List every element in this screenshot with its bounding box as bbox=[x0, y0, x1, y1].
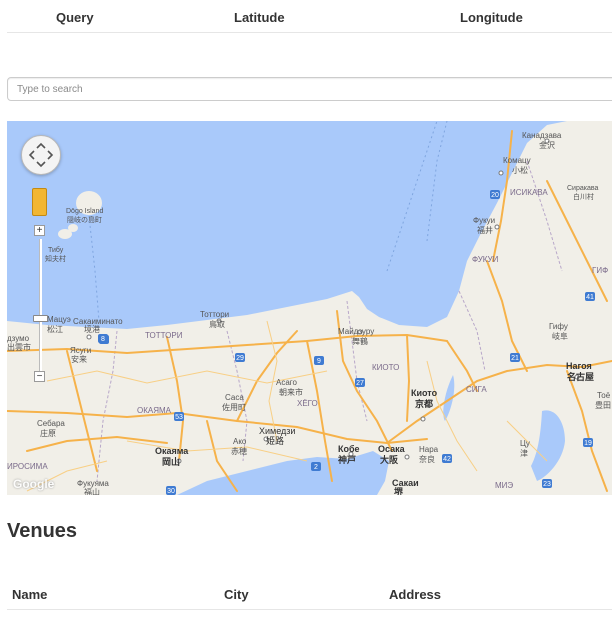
map-label-tottori-pref: ТОТТОРИ bbox=[145, 331, 183, 340]
map-label-fukuyama: Фукуяма bbox=[77, 479, 109, 488]
map-label-nara-jp: 奈良 bbox=[419, 454, 435, 464]
map-label-asago-jp: 朝来市 bbox=[279, 387, 303, 397]
map-label-matsue: Мацуэ bbox=[47, 315, 71, 324]
map-label-maizuru: Майдзуру bbox=[338, 327, 374, 336]
map-label-okayama-jp: 岡山 bbox=[162, 456, 180, 467]
svg-text:23: 23 bbox=[543, 481, 551, 488]
map-label-dogo: Dōgo Island bbox=[66, 208, 103, 215]
map-label-osaka-jp: 大阪 bbox=[380, 454, 399, 465]
map-label-tsu-jp: 津 bbox=[520, 448, 528, 458]
map-label-tottori-jp: 鳥取 bbox=[209, 319, 225, 329]
zoom-in-button[interactable]: + bbox=[34, 225, 45, 236]
map-label-ako-jp: 赤穂 bbox=[231, 446, 247, 456]
column-header-address[interactable]: Address bbox=[389, 587, 441, 602]
map-label-matsue-jp: 松江 bbox=[47, 324, 63, 334]
map-label-mie: МИЭ bbox=[495, 481, 513, 490]
svg-text:8: 8 bbox=[101, 336, 105, 343]
svg-text:41: 41 bbox=[586, 294, 594, 301]
street-view-pegman-icon[interactable] bbox=[32, 188, 47, 216]
map-label-gifu-jp: 岐阜 bbox=[552, 331, 568, 341]
map-label-izumo-jp: 出雲市 bbox=[7, 342, 31, 352]
pan-arrows-icon bbox=[28, 142, 54, 168]
map-label-nagoya-jp: 名古屋 bbox=[567, 371, 594, 382]
svg-text:29: 29 bbox=[236, 355, 244, 362]
svg-text:53: 53 bbox=[175, 414, 183, 421]
map-label-kyoto-jp: 京都 bbox=[415, 398, 433, 409]
svg-text:21: 21 bbox=[511, 355, 519, 362]
column-header-longitude[interactable]: Longitude bbox=[460, 10, 523, 25]
search-input[interactable] bbox=[7, 77, 612, 101]
map-label-gifu: Гифу bbox=[549, 322, 568, 331]
svg-text:19: 19 bbox=[584, 440, 592, 447]
map-label-himeji-jp: 姫路 bbox=[266, 435, 284, 446]
column-header-name[interactable]: Name bbox=[12, 587, 47, 602]
svg-text:20: 20 bbox=[491, 192, 499, 199]
map-label-osaka: Осака bbox=[378, 444, 406, 454]
map-label-himeji: Химедзи bbox=[259, 426, 295, 436]
map-label-chibu: Тибу bbox=[48, 246, 64, 254]
map-label-yasugi: Ясуги bbox=[70, 346, 91, 355]
zoom-out-button[interactable]: − bbox=[34, 371, 45, 382]
map-label-chibu-jp: 知夫村 bbox=[45, 254, 66, 263]
map-label-komatsu: Комацу bbox=[503, 156, 531, 165]
map-label-toyo-jp: 豊田 bbox=[595, 400, 611, 410]
map-label-shirakawa-jp: 白川村 bbox=[573, 192, 594, 201]
map-label-okayama: Окаяма bbox=[155, 446, 189, 456]
svg-text:2: 2 bbox=[314, 464, 318, 471]
map-label-sakaiminato-jp: 境港 bbox=[84, 324, 100, 334]
map-label-shirakawa: Сиракава bbox=[567, 185, 599, 192]
map-label-tottori: Тоттори bbox=[200, 310, 229, 319]
map-label-toyo: Тоё bbox=[597, 391, 611, 400]
map-label-ako: Ако bbox=[233, 437, 247, 446]
map-label-komatsu-jp: 小松 bbox=[512, 165, 528, 175]
map-label-yasugi-jp: 安来 bbox=[71, 354, 87, 364]
map-label-hyogo: ХЁГО bbox=[297, 399, 318, 408]
map-label-hiroshima: ИРОСИМА bbox=[7, 462, 48, 471]
svg-text:30: 30 bbox=[167, 488, 175, 495]
map-label-kobe-jp: 神戸 bbox=[338, 454, 356, 465]
map-label-sebara-jp: 庄原 bbox=[40, 428, 56, 438]
map-label-sasa-jp: 佐用町 bbox=[222, 402, 246, 412]
zoom-slider-track[interactable] bbox=[39, 239, 42, 375]
column-header-latitude[interactable]: Latitude bbox=[234, 10, 285, 25]
map-view[interactable]: 8 9 29 27 21 53 42 2 30 23 8 20 41 19 Ка… bbox=[7, 121, 612, 495]
map-label-tsu: Цу bbox=[520, 439, 530, 448]
map-label-gifu-pref: ГИФ bbox=[592, 266, 608, 275]
map-label-sasa: Саса bbox=[225, 393, 244, 402]
svg-text:9: 9 bbox=[317, 358, 321, 365]
map-label-asago: Асаго bbox=[276, 378, 298, 387]
map-label-izumo: дзумо bbox=[7, 334, 30, 343]
map-pan-control[interactable] bbox=[21, 135, 61, 175]
map-label-dogo-jp: 隠岐の島町 bbox=[67, 215, 102, 224]
map-label-fukui-pref: ФУКУИ bbox=[472, 255, 499, 264]
map-label-shiga: СИГА bbox=[466, 385, 487, 394]
table-divider bbox=[7, 32, 612, 33]
map-label-nara: Нара bbox=[419, 445, 439, 454]
map-label-fukui: Фукуи bbox=[473, 216, 495, 225]
column-header-city[interactable]: City bbox=[224, 587, 249, 602]
map-label-nagoya: Нагоя bbox=[566, 361, 592, 371]
venues-heading: Venues bbox=[7, 520, 78, 542]
map-label-kyoto: Киото bbox=[411, 388, 438, 398]
map-label-kyoto-pref: КИОТО bbox=[372, 363, 399, 372]
nishinoshima-island bbox=[68, 224, 78, 232]
zoom-slider-handle[interactable] bbox=[33, 315, 48, 322]
map-label-kanazawa: Канадзава bbox=[522, 131, 562, 140]
svg-text:27: 27 bbox=[356, 380, 364, 387]
map-canvas[interactable]: 8 9 29 27 21 53 42 2 30 23 8 20 41 19 Ка… bbox=[7, 121, 612, 495]
map-label-kanazawa-jp: 金沢 bbox=[539, 140, 555, 150]
venues-table-divider bbox=[7, 609, 612, 610]
map-label-sakai-jp: 堺 bbox=[394, 486, 404, 495]
svg-text:42: 42 bbox=[443, 456, 451, 463]
map-label-maizuru-jp: 舞鶴 bbox=[352, 336, 368, 346]
map-label-kobe: Кобе bbox=[338, 444, 360, 454]
map-label-okayama-pref: ОКАЯМА bbox=[137, 406, 172, 415]
map-label-ishikawa: ИСИКАВА bbox=[510, 188, 548, 197]
google-logo[interactable]: Google bbox=[13, 477, 54, 491]
map-label-sebara: Себара bbox=[37, 419, 65, 428]
column-header-query[interactable]: Query bbox=[56, 10, 94, 25]
ferry-routes bbox=[88, 121, 448, 322]
map-label-fukui-jp: 福井 bbox=[477, 225, 493, 235]
map-label-fukuyama-jp: 福山 bbox=[84, 487, 100, 495]
